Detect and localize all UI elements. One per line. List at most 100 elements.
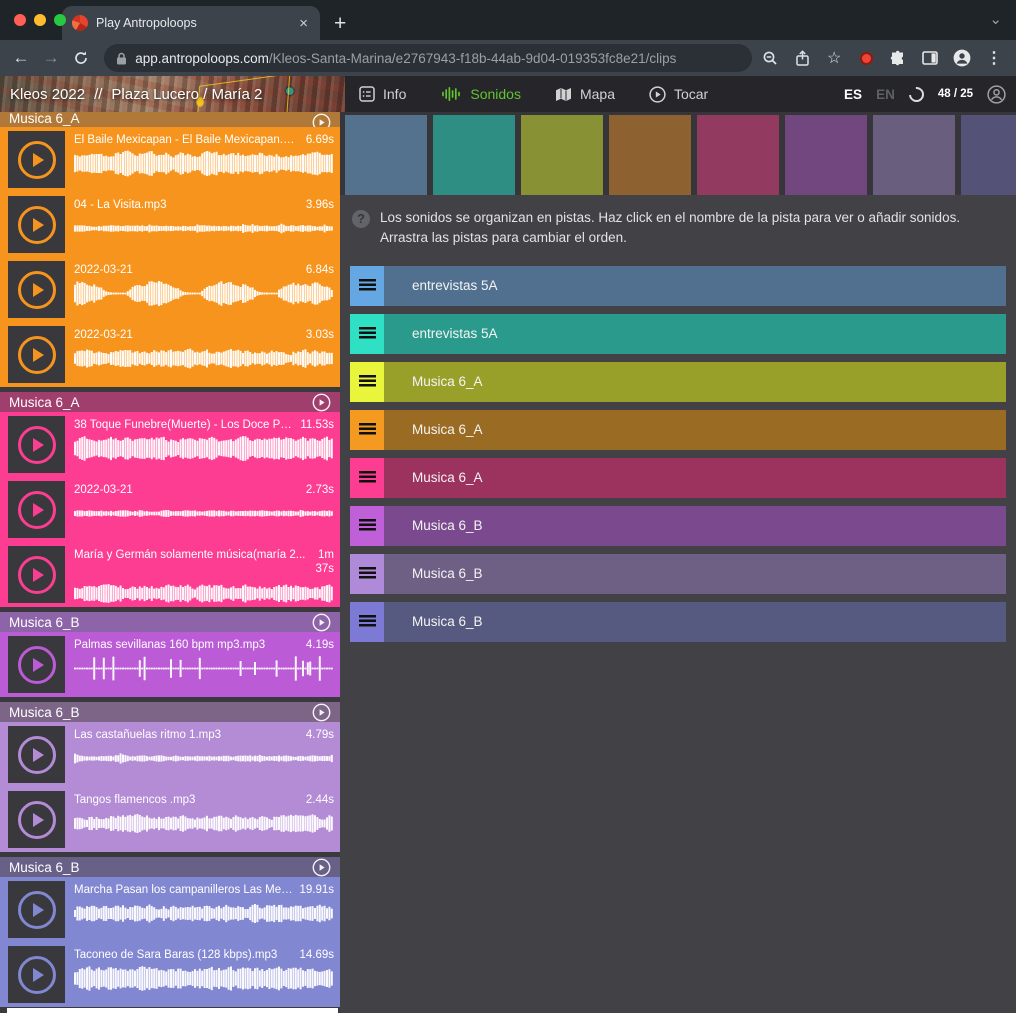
track-name: Musica 6_B <box>384 566 483 581</box>
extensions-puzzle-icon[interactable] <box>884 43 912 73</box>
drag-handle[interactable] <box>350 602 384 642</box>
bookmark-star-icon[interactable]: ☆ <box>820 43 848 73</box>
track-row[interactable]: entrevistas 5A <box>350 266 1006 306</box>
window-controls[interactable] <box>14 14 66 26</box>
drag-handle[interactable] <box>350 410 384 450</box>
track-row[interactable]: entrevistas 5A <box>350 314 1006 354</box>
window-minimize-button[interactable] <box>34 14 46 26</box>
clip-play-button[interactable] <box>8 196 65 253</box>
clip-row[interactable]: 04 - La Visita.mp33.96s <box>0 192 340 257</box>
track-color-swatch <box>785 115 867 195</box>
track-row[interactable]: Musica 6_A <box>350 362 1006 402</box>
clip-play-button[interactable] <box>8 791 65 848</box>
clip-play-button[interactable] <box>8 261 65 318</box>
track-name-area[interactable]: entrevistas 5A <box>384 266 1006 306</box>
drag-handle[interactable] <box>350 266 384 306</box>
track-name-area[interactable]: entrevistas 5A <box>384 314 1006 354</box>
zoom-out-icon[interactable] <box>756 43 784 73</box>
track-name-area[interactable]: Musica 6_B <box>384 506 1006 546</box>
waveform-icon <box>440 86 462 102</box>
clip-play-button[interactable] <box>8 326 65 383</box>
clip-name: Taconeo de Sara Baras (128 kbps).mp3 <box>74 948 293 962</box>
clip-row[interactable]: Marcha Pasan los campanilleros Las Mejor… <box>0 877 340 942</box>
clip-play-button[interactable] <box>8 726 65 783</box>
breadcrumb-project[interactable]: Kleos 2022 <box>10 86 85 103</box>
account-icon[interactable] <box>987 85 1006 104</box>
drag-handle[interactable] <box>350 506 384 546</box>
clip-section-header[interactable]: Musica 6_B <box>0 612 340 632</box>
clip-play-button[interactable] <box>8 946 65 1003</box>
lang-es-button[interactable]: ES <box>844 87 862 102</box>
clip-info: 38 Toque Funebre(Muerte) - Los Doce Par.… <box>74 416 334 477</box>
clip-info: 04 - La Visita.mp33.96s <box>74 196 334 257</box>
share-icon[interactable] <box>788 43 816 73</box>
window-zoom-button[interactable] <box>54 14 66 26</box>
track-row[interactable]: Musica 6_A <box>350 458 1006 498</box>
track-color-strip <box>340 112 1016 195</box>
reload-button[interactable] <box>68 50 94 66</box>
drag-handle[interactable] <box>350 314 384 354</box>
section-play-icon[interactable] <box>312 113 331 127</box>
section-play-icon[interactable] <box>312 858 331 877</box>
new-tab-button[interactable]: + <box>334 12 346 40</box>
track-row[interactable]: Musica 6_B <box>350 506 1006 546</box>
drag-handle[interactable] <box>350 362 384 402</box>
play-icon <box>18 736 56 774</box>
track-name-area[interactable]: Musica 6_A <box>384 458 1006 498</box>
clip-section-header[interactable]: Musica 6_B <box>0 702 340 722</box>
tab-close-icon[interactable]: × <box>297 15 310 32</box>
clip-play-button[interactable] <box>8 416 65 473</box>
clip-row[interactable]: Tangos flamencos .mp32.44s <box>0 787 340 852</box>
clip-section-header[interactable]: Musica 6_B <box>0 857 340 877</box>
clip-row[interactable]: 2022-03-213.03s <box>0 322 340 387</box>
address-bar[interactable]: app.antropoloops.com/Kleos-Santa-Marina/… <box>104 44 752 72</box>
browser-menu-icon[interactable]: ⋮ <box>980 43 1008 73</box>
tab-tocar[interactable]: Tocar <box>649 86 708 103</box>
clip-row[interactable]: Las castañuelas ritmo 1.mp34.79s <box>0 722 340 787</box>
loading-spinner-icon <box>906 83 927 104</box>
tab-mapa[interactable]: Mapa <box>555 86 615 102</box>
track-row[interactable]: Musica 6_B <box>350 602 1006 642</box>
clip-play-button[interactable] <box>8 546 65 603</box>
clip-play-button[interactable] <box>8 131 65 188</box>
clip-info: El Baile Mexicapan - El Baile Mexicapan.… <box>74 131 334 192</box>
section-play-icon[interactable] <box>312 703 331 722</box>
clip-row[interactable]: 2022-03-212.73s <box>0 477 340 542</box>
section-play-icon[interactable] <box>312 393 331 412</box>
track-name-area[interactable]: Musica 6_B <box>384 602 1006 642</box>
drag-handle[interactable] <box>350 554 384 594</box>
side-panel-icon[interactable] <box>916 43 944 73</box>
lang-en-button[interactable]: EN <box>876 87 895 102</box>
track-name-area[interactable]: Musica 6_A <box>384 410 1006 450</box>
clip-play-button[interactable] <box>8 481 65 538</box>
clip-section-header[interactable]: Musica 6_A <box>0 112 340 127</box>
tab-info[interactable]: Info <box>359 86 406 102</box>
clip-info: Las castañuelas ritmo 1.mp34.79s <box>74 726 334 787</box>
forward-button[interactable]: → <box>38 48 64 68</box>
clip-panel: Musica 6_A El Baile Mexicapan - El Baile … <box>0 112 340 1013</box>
clip-info: 2022-03-216.84s <box>74 261 334 322</box>
back-button[interactable]: ← <box>8 48 34 68</box>
clip-row[interactable]: 38 Toque Funebre(Muerte) - Los Doce Par.… <box>0 412 340 477</box>
clip-play-button[interactable] <box>8 881 65 938</box>
clip-row[interactable]: Palmas sevillanas 160 bpm mp3.mp34.19s <box>0 632 340 697</box>
clip-row[interactable]: María y Germán solamente música(maría 2.… <box>0 542 340 607</box>
clip-row[interactable]: 2022-03-216.84s <box>0 257 340 322</box>
profile-avatar-icon[interactable] <box>948 43 976 73</box>
window-close-button[interactable] <box>14 14 26 26</box>
track-row[interactable]: Musica 6_B <box>350 554 1006 594</box>
clip-section-header[interactable]: Musica 6_A <box>0 392 340 412</box>
clip-play-button[interactable] <box>8 636 65 693</box>
tab-sonidos[interactable]: Sonidos <box>440 86 521 102</box>
browser-tab[interactable]: Play Antropoloops × <box>62 6 320 40</box>
section-play-icon[interactable] <box>312 613 331 632</box>
clip-row[interactable]: El Baile Mexicapan - El Baile Mexicapan.… <box>0 127 340 192</box>
play-icon <box>18 206 56 244</box>
track-name-area[interactable]: Musica 6_A <box>384 362 1006 402</box>
drag-handle[interactable] <box>350 458 384 498</box>
tab-search-chevron-icon[interactable]: ⌄ <box>989 10 1002 28</box>
clip-row[interactable]: Taconeo de Sara Baras (128 kbps).mp314.6… <box>0 942 340 1007</box>
track-name-area[interactable]: Musica 6_B <box>384 554 1006 594</box>
record-extension-icon[interactable] <box>852 43 880 73</box>
track-row[interactable]: Musica 6_A <box>350 410 1006 450</box>
